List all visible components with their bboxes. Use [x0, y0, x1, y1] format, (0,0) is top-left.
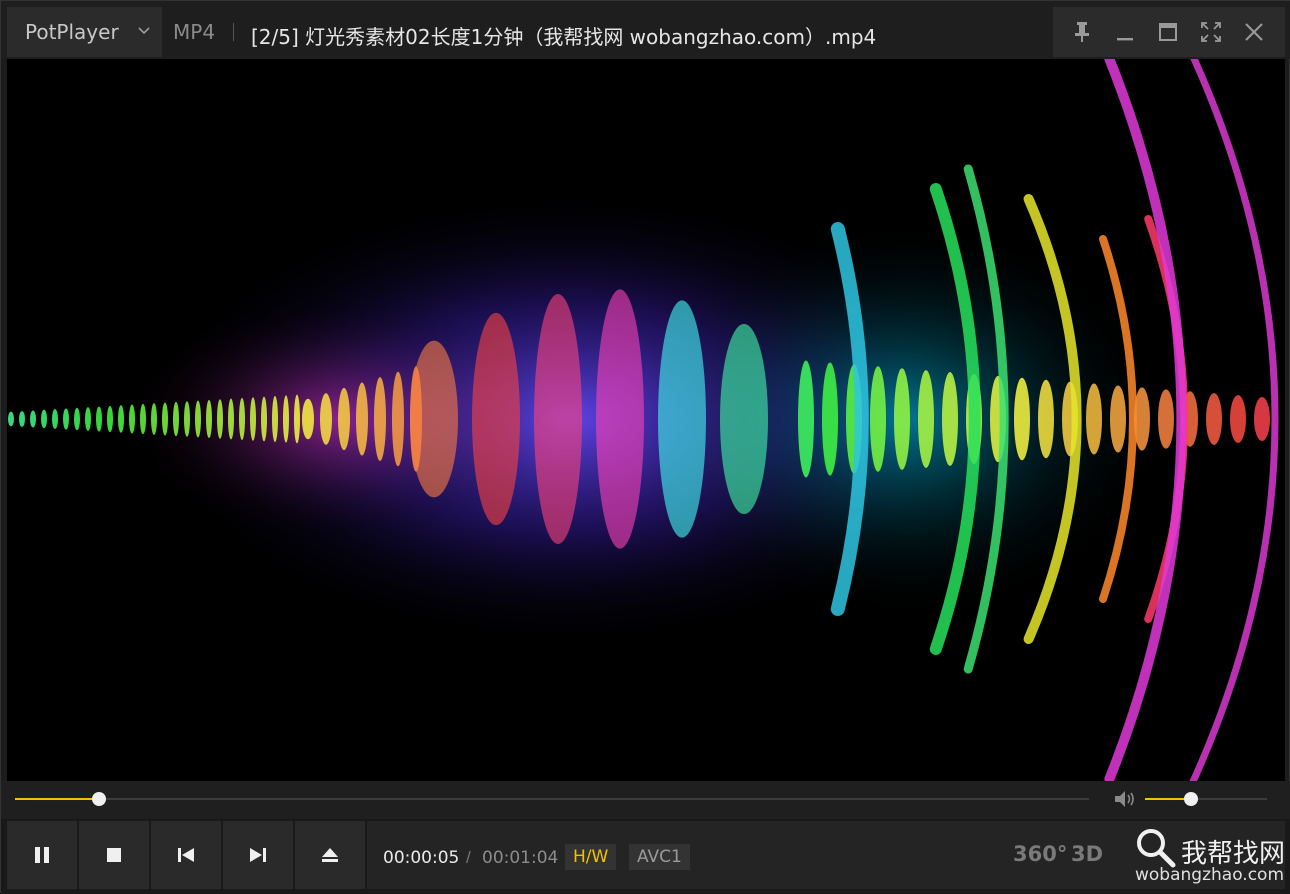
visual-bar [894, 368, 910, 470]
hw-decoding-badge[interactable]: H/W [565, 844, 617, 870]
window-title: [2/5] 灯光秀素材02长度1分钟（我帮找网 wobangzhao.com）.… [251, 25, 877, 49]
visual-bar [822, 362, 838, 476]
visual-bar [129, 404, 135, 434]
pause-button[interactable] [7, 821, 77, 889]
video-surface[interactable] [7, 59, 1285, 781]
visual-bar [52, 409, 58, 429]
visual-bar [118, 405, 124, 433]
total-duration: 00:01:04 [482, 848, 559, 868]
visual-bar [294, 394, 300, 444]
visual-bar [1206, 393, 1222, 445]
visual-bar [918, 370, 934, 468]
visual-bar [1086, 383, 1102, 455]
visual-bar [283, 395, 289, 443]
visual-bar [162, 402, 168, 436]
fullscreen-icon[interactable] [1198, 19, 1224, 45]
visual-bar [534, 293, 582, 545]
previous-icon [178, 848, 194, 862]
close-icon[interactable] [1241, 19, 1267, 45]
control-bar: 00:00:05 / 00:01:04 H/W AVC1 360° 3D [1, 819, 1290, 894]
visual-bar [1038, 379, 1054, 459]
minimize-icon[interactable] [1112, 19, 1138, 45]
pin-icon[interactable] [1069, 19, 1095, 45]
visual-bar [195, 400, 201, 438]
visual-bar [1254, 397, 1270, 441]
visual-bar [356, 382, 368, 456]
video-frame [7, 59, 1285, 781]
visual-bar [74, 407, 80, 431]
file-format-label: MP4 [173, 20, 216, 44]
visual-bar [41, 409, 47, 429]
next-icon [250, 848, 266, 862]
visual-bar [798, 360, 814, 478]
stop-button[interactable] [79, 821, 149, 889]
visual-bar [272, 395, 278, 443]
seek-handle[interactable] [91, 792, 106, 806]
visual-bar [8, 411, 14, 427]
visual-bar [658, 300, 706, 538]
vr-360-button[interactable]: 360° [1013, 842, 1067, 866]
visual-bar [184, 401, 190, 437]
app-menu-button[interactable]: PotPlayer [7, 7, 162, 57]
title-separator [233, 23, 234, 41]
visual-bar [63, 408, 69, 430]
visual-bar [239, 397, 245, 441]
visual-bar [217, 399, 223, 439]
previous-button[interactable] [151, 821, 221, 889]
visual-bar [596, 289, 644, 549]
window-controls [1053, 7, 1285, 57]
eject-button[interactable] [295, 821, 365, 889]
visual-bar [392, 371, 404, 467]
3d-mode-button[interactable]: 3D [1071, 842, 1103, 866]
visual-bar [228, 398, 234, 440]
visual-bar [261, 396, 267, 442]
visual-bar [1110, 385, 1126, 453]
seek-progress [15, 798, 99, 800]
visual-bar [374, 377, 386, 461]
visual-bar [96, 406, 102, 432]
app-name: PotPlayer [25, 20, 119, 44]
seek-bar[interactable] [15, 792, 1089, 806]
chevron-down-icon [138, 27, 150, 35]
title-bar[interactable]: PotPlayer MP4 [2/5] 灯光秀素材02长度1分钟（我帮找网 wo… [1, 1, 1290, 59]
volume-slider[interactable] [1145, 792, 1267, 806]
visual-bar [140, 403, 146, 435]
current-time: 00:00:05 [383, 848, 460, 868]
volume-handle[interactable] [1184, 792, 1199, 806]
visual-bar [30, 410, 36, 428]
visual-bar [410, 340, 458, 498]
visual-bar [206, 399, 212, 439]
visual-bar [720, 323, 768, 515]
visual-bar [1158, 389, 1174, 449]
codec-badge: AVC1 [629, 844, 690, 870]
maximize-icon[interactable] [1155, 19, 1181, 45]
visual-bar [85, 407, 91, 431]
potplayer-window: PotPlayer MP4 [2/5] 灯光秀素材02长度1分钟（我帮找网 wo… [0, 0, 1290, 894]
visual-bar [250, 397, 256, 441]
visual-bar [338, 387, 350, 451]
visual-bar [19, 411, 25, 427]
magnifier-logo-icon [1137, 829, 1176, 868]
visual-bar [1014, 377, 1030, 461]
visual-bar [472, 312, 520, 526]
visual-bar [1230, 395, 1246, 443]
eject-icon [322, 848, 338, 862]
visual-bar [870, 366, 886, 472]
visual-bar [173, 401, 179, 437]
watermark-url: wobangzhao.com [1135, 865, 1285, 885]
pause-icon [35, 847, 49, 863]
speaker-icon[interactable] [1113, 789, 1137, 809]
next-button[interactable] [223, 821, 293, 889]
visual-bar [302, 398, 314, 440]
time-separator: / [466, 848, 471, 867]
stop-icon [107, 848, 121, 862]
visual-bar [151, 403, 157, 435]
visual-bar [107, 405, 113, 433]
visual-bar [320, 393, 332, 445]
visual-bar [942, 372, 958, 466]
seek-row [1, 781, 1290, 819]
